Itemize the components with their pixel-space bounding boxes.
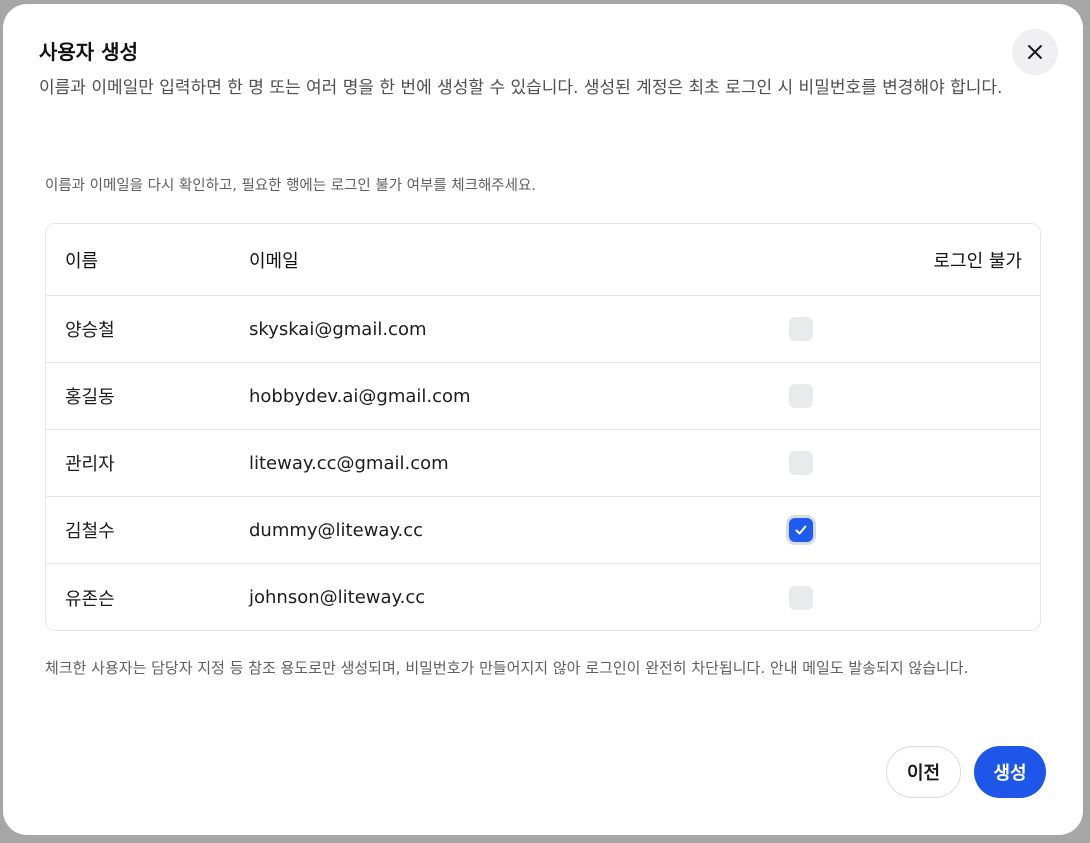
row-name: 김철수 (65, 521, 115, 542)
table-row: 관리자 liteway.cc@gmail.com (46, 430, 1040, 497)
login-blocked-cell (789, 296, 813, 362)
create-user-dialog: 사용자 생성 이름과 이메일만 입력하면 한 명 또는 여러 명을 한 번에 생… (3, 4, 1083, 835)
table-row: 김철수 dummy@liteway.cc (46, 497, 1040, 564)
login-blocked-checkbox[interactable] (789, 451, 813, 475)
header-login-blocked: 로그인 불가 (933, 250, 1022, 272)
row-email: dummy@liteway.cc (249, 519, 424, 541)
table-row: 홍길동 hobbydev.ai@gmail.com (46, 363, 1040, 430)
table-row: 유존슨 johnson@liteway.cc (46, 564, 1040, 630)
login-blocked-checkbox[interactable] (789, 585, 813, 610)
row-email: hobbydev.ai@gmail.com (249, 385, 471, 407)
login-blocked-checkbox[interactable] (789, 317, 813, 341)
row-name: 유존슨 (65, 588, 115, 610)
dialog-description: 이름과 이메일만 입력하면 한 명 또는 여러 명을 한 번에 생성할 수 있습… (39, 78, 1003, 98)
login-blocked-cell (789, 430, 813, 496)
blocked-login-footnote: 체크한 사용자는 담당자 지정 등 참조 용도로만 생성되며, 비밀번호가 만들… (45, 659, 969, 677)
row-email: johnson@liteway.cc (249, 587, 426, 608)
close-icon (1028, 45, 1042, 59)
check-icon (795, 525, 807, 535)
row-name: 홍길동 (65, 387, 115, 408)
row-email: skyskai@gmail.com (249, 318, 427, 340)
review-hint: 이름과 이메일을 다시 확인하고, 필요한 행에는 로그인 불가 여부를 체크해… (45, 178, 536, 194)
login-blocked-checkbox[interactable] (789, 384, 813, 408)
table-header-row: 이름 이메일 로그인 불가 (46, 224, 1040, 296)
header-email: 이메일 (249, 250, 299, 272)
login-blocked-checkbox[interactable] (789, 518, 813, 542)
user-table: 이름 이메일 로그인 불가 양승철 skyskai@gmail.com 홍길동 … (45, 223, 1041, 631)
create-button[interactable]: 생성 (974, 746, 1046, 798)
table-row: 양승철 skyskai@gmail.com (46, 296, 1040, 363)
row-email: liteway.cc@gmail.com (249, 452, 449, 474)
row-name: 양승철 (65, 320, 115, 341)
header-name: 이름 (65, 250, 99, 272)
login-blocked-cell (789, 564, 813, 630)
row-name: 관리자 (65, 454, 115, 475)
prev-button[interactable]: 이전 (886, 746, 961, 798)
dialog-title: 사용자 생성 (39, 40, 138, 64)
close-button[interactable] (1012, 29, 1058, 75)
login-blocked-cell (789, 363, 813, 429)
login-blocked-cell (789, 497, 813, 563)
